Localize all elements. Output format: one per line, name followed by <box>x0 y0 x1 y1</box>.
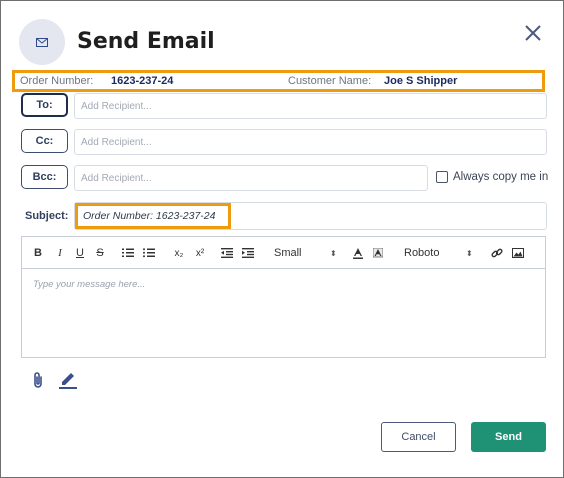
font-size-select[interactable]: Small ⬍ <box>274 245 338 261</box>
link-icon[interactable] <box>490 245 504 261</box>
order-info-bar: Order Number: 1623-237-24 Customer Name:… <box>12 70 545 92</box>
bcc-button[interactable]: Bcc: <box>21 165 68 189</box>
pen-icon[interactable] <box>59 371 77 394</box>
order-number-label: Order Number: <box>20 75 94 87</box>
close-icon[interactable] <box>521 21 545 45</box>
send-button[interactable]: Send <box>471 422 546 452</box>
always-copy-label: Always copy me in <box>453 171 549 183</box>
updown-arrow-icon: ⬍ <box>330 248 337 258</box>
underline-icon[interactable]: U <box>74 245 86 261</box>
send-email-dialog: Send Email Order Number: 1623-237-24 Cus… <box>0 0 564 478</box>
bold-icon[interactable]: B <box>32 245 44 261</box>
ordered-list-icon[interactable] <box>121 245 135 261</box>
updown-arrow-icon: ⬍ <box>466 248 473 258</box>
subject-value[interactable]: Order Number: 1623-237-24 <box>75 203 231 229</box>
image-icon[interactable] <box>511 245 525 261</box>
checkbox-box[interactable] <box>436 171 448 183</box>
subscript-icon[interactable]: x₂ <box>172 245 186 261</box>
font-family-select[interactable]: Roboto ⬍ <box>404 245 474 261</box>
text-color-icon[interactable] <box>352 245 364 261</box>
font-size-value: Small <box>274 247 302 259</box>
subject-label: Subject: <box>25 210 69 222</box>
always-copy-checkbox[interactable]: Always copy me in <box>436 171 548 183</box>
italic-icon[interactable]: I <box>54 245 66 261</box>
outdent-icon[interactable] <box>220 245 234 261</box>
order-number-value: 1623-237-24 <box>111 75 174 87</box>
cc-button[interactable]: Cc: <box>21 129 68 153</box>
to-button[interactable]: To: <box>21 93 68 117</box>
font-family-value: Roboto <box>404 247 440 259</box>
strikethrough-icon[interactable]: S <box>94 245 106 261</box>
bullet-list-icon[interactable] <box>142 245 156 261</box>
superscript-icon[interactable]: x² <box>193 245 207 261</box>
to-input[interactable]: Add Recipient... <box>74 93 547 119</box>
editor-toolbar: B I U S x₂ x² Small ⬍ Roboto ⬍ <box>22 237 545 269</box>
message-editor: B I U S x₂ x² Small ⬍ Roboto ⬍ Type your… <box>21 236 546 358</box>
paperclip-icon[interactable] <box>31 371 45 394</box>
message-body-input[interactable]: Type your message here... <box>22 269 545 300</box>
bcc-input[interactable]: Add Recipient... <box>74 165 428 191</box>
dialog-title: Send Email <box>77 29 215 54</box>
indent-icon[interactable] <box>241 245 255 261</box>
customer-name-label: Customer Name: <box>288 75 372 87</box>
background-color-icon[interactable] <box>372 245 384 261</box>
cc-input[interactable]: Add Recipient... <box>74 129 547 155</box>
customer-name-value: Joe S Shipper <box>384 75 458 87</box>
envelope-icon <box>19 19 65 65</box>
cancel-button[interactable]: Cancel <box>381 422 456 452</box>
